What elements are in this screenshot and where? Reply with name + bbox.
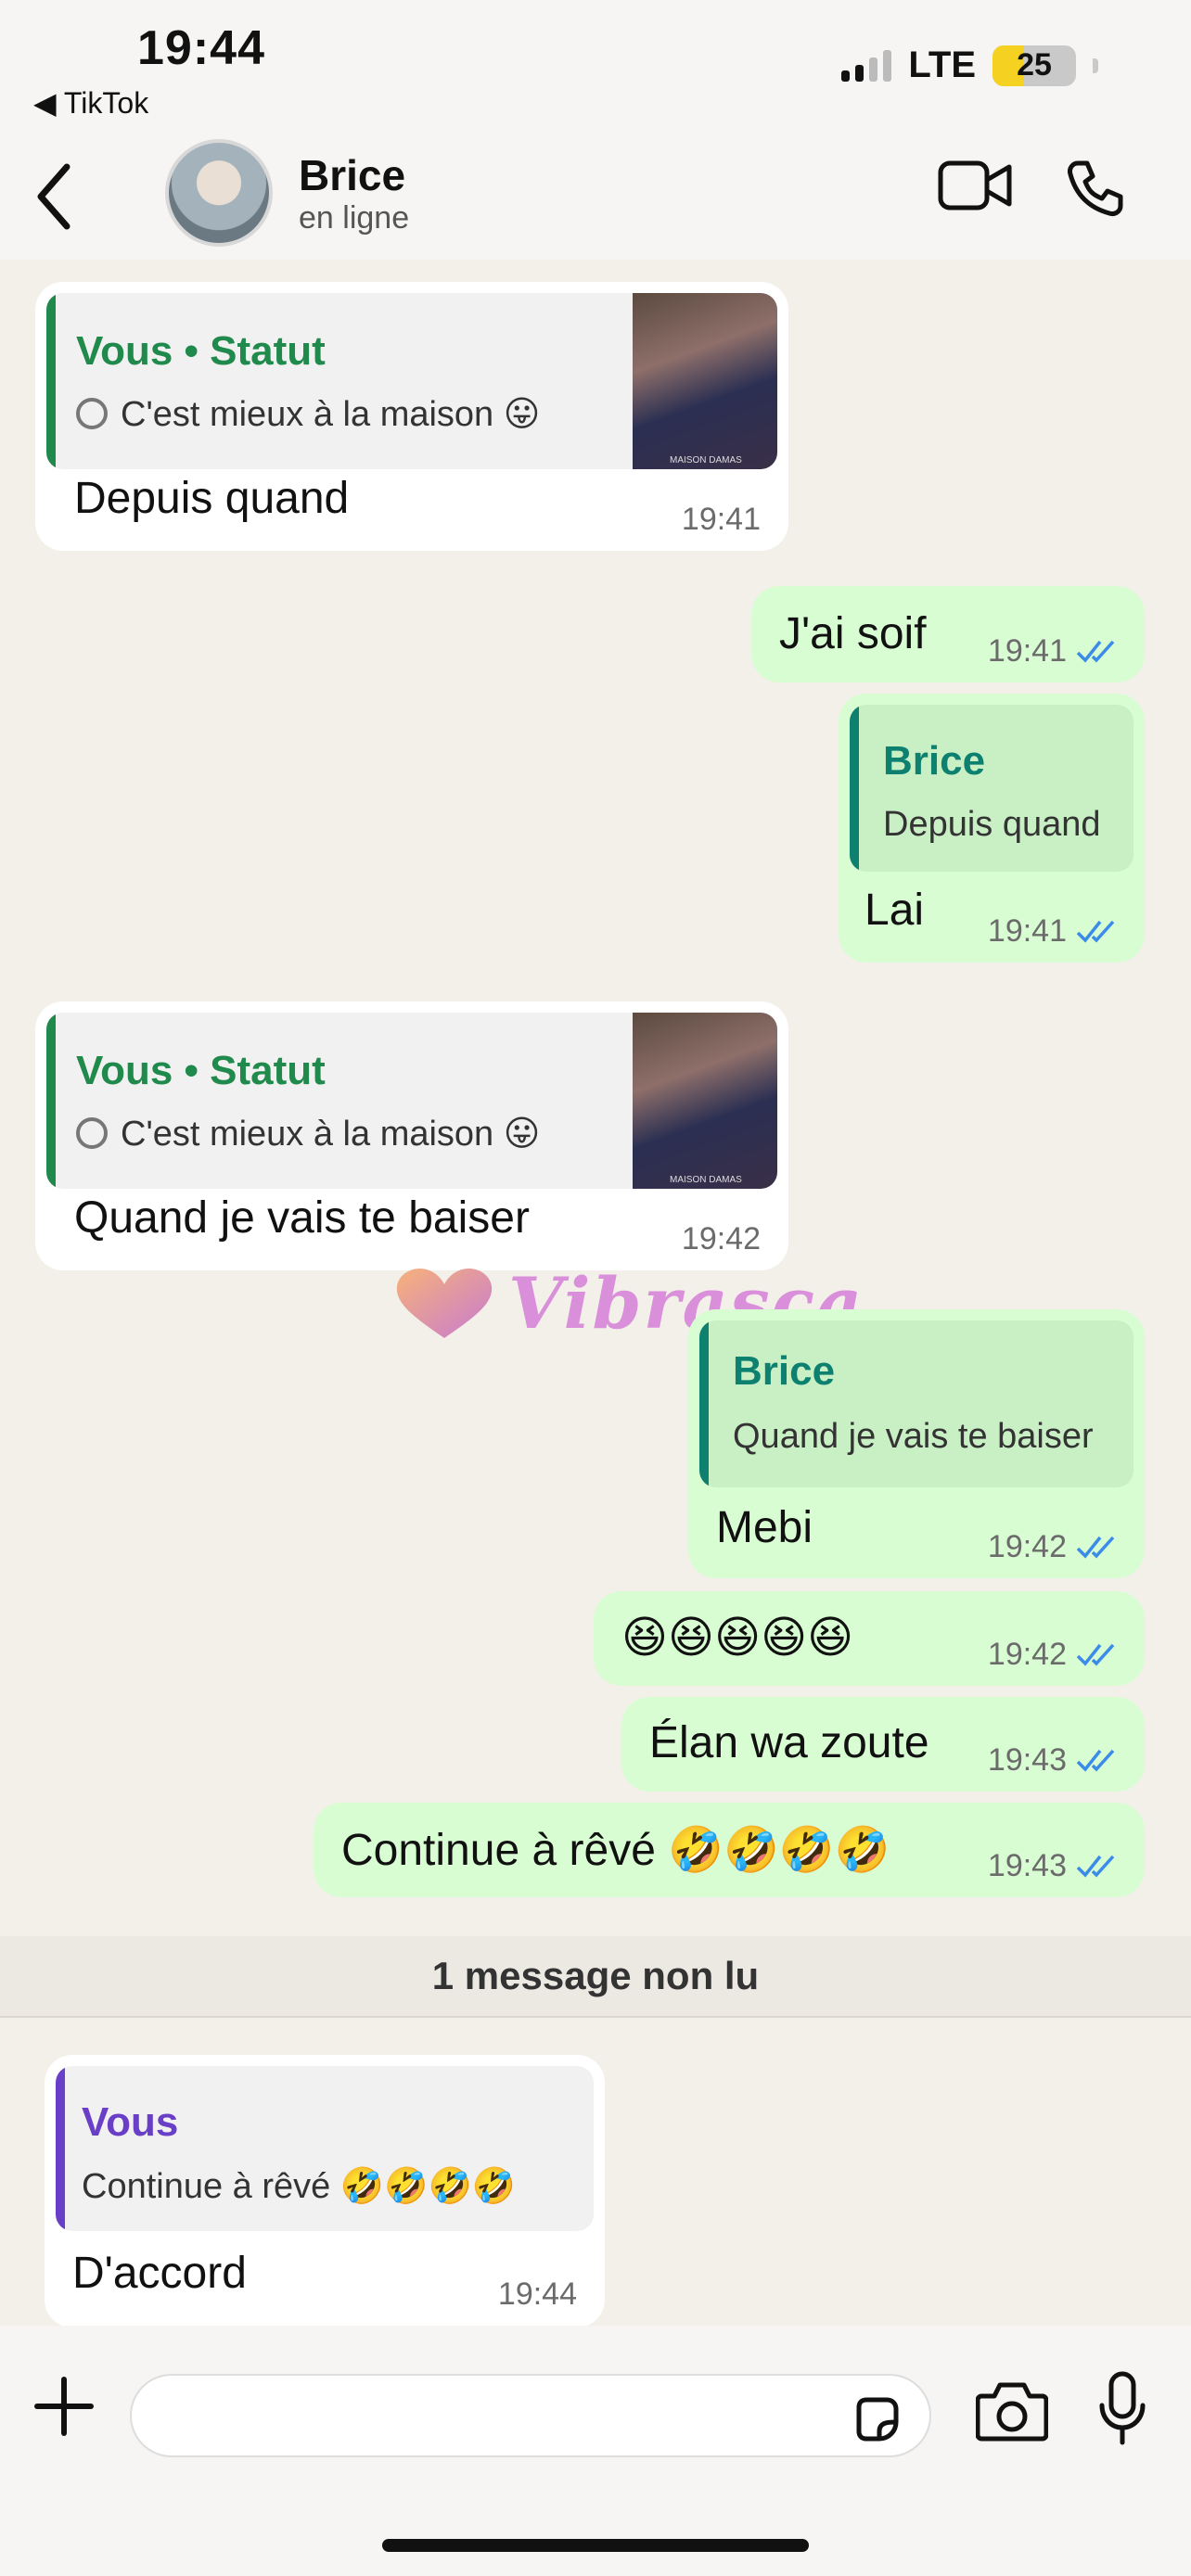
heart-logo-icon <box>396 1268 493 1338</box>
battery-icon: 25 <box>992 45 1076 86</box>
plus-icon[interactable] <box>32 2374 96 2439</box>
message-text: D'accord <box>72 2249 247 2298</box>
message-outgoing[interactable]: Brice Depuis quand Lai 19:41 <box>839 694 1145 963</box>
unread-messages-banner: 1 message non lu <box>0 1936 1191 2018</box>
quote-author: Vous • Statut <box>76 328 326 374</box>
back-to-app-link[interactable]: ◀ TikTok <box>33 85 148 121</box>
double-check-icon <box>1076 920 1115 943</box>
message-incoming[interactable]: Vous • Statut C'est mieux à la maison 😛 … <box>35 282 788 551</box>
status-icon <box>76 1117 108 1149</box>
signal-icon <box>841 49 892 82</box>
contact-status: en ligne <box>299 200 410 236</box>
double-check-icon <box>1076 1643 1115 1666</box>
message-text: Quand je vais te baiser <box>74 1193 530 1243</box>
message-outgoing[interactable]: Brice Quand je vais te baiser Mebi 19:42 <box>688 1309 1145 1578</box>
quote-text: C'est mieux à la maison 😛 <box>121 1115 541 1154</box>
quote-text: C'est mieux à la maison 😛 <box>121 395 541 434</box>
sticker-icon[interactable] <box>852 2394 902 2444</box>
phone-call-icon[interactable] <box>1065 158 1126 219</box>
camera-icon[interactable] <box>976 2378 1048 2442</box>
message-input[interactable] <box>130 2374 931 2457</box>
video-call-icon[interactable] <box>937 158 1013 213</box>
message-text: Mebi <box>716 1503 813 1552</box>
message-text: 😆😆😆😆😆 <box>621 1613 854 1663</box>
quoted-status[interactable]: Vous • Statut C'est mieux à la maison 😛 … <box>46 1013 777 1189</box>
clock: 19:44 <box>137 21 265 75</box>
quote-text: Depuis quand <box>883 805 1101 844</box>
double-check-icon <box>1076 640 1115 663</box>
message-text: Depuis quand <box>74 474 350 523</box>
message-incoming[interactable]: Vous Continue à rêvé 🤣🤣🤣🤣 D'accord 19:44 <box>45 2055 605 2327</box>
message-time: 19:43 <box>988 1742 1122 1779</box>
status-icon <box>76 398 108 429</box>
quote-author: Vous • Statut <box>76 1048 326 1093</box>
message-incoming[interactable]: Vous • Statut C'est mieux à la maison 😛 … <box>35 1001 788 1270</box>
double-check-icon <box>1076 1749 1115 1772</box>
message-text: Élan wa zoute <box>649 1718 929 1767</box>
microphone-icon[interactable] <box>1096 2370 1148 2446</box>
message-outgoing[interactable]: 😆😆😆😆😆 19:42 <box>594 1591 1145 1686</box>
status-thumbnail: MAISON DAMAS <box>633 1013 777 1189</box>
message-time: 19:41 <box>988 633 1122 670</box>
compose-bar <box>0 2326 1191 2576</box>
message-text: Continue à rêvé 🤣🤣🤣🤣 <box>341 1826 890 1875</box>
quoted-message[interactable]: Vous Continue à rêvé 🤣🤣🤣🤣 <box>56 2066 594 2231</box>
quote-author: Vous <box>82 2099 179 2145</box>
chat-header: Brice en ligne <box>0 139 1191 260</box>
message-time: 19:42 <box>988 1529 1122 1565</box>
home-indicator <box>382 2539 809 2552</box>
quoted-message[interactable]: Brice Depuis quand <box>850 705 1133 872</box>
status-thumbnail: MAISON DAMAS <box>633 293 777 469</box>
message-outgoing[interactable]: Continue à rêvé 🤣🤣🤣🤣 19:43 <box>314 1803 1145 1897</box>
message-text: J'ai soif <box>779 609 927 658</box>
quote-text: Continue à rêvé 🤣🤣🤣🤣 <box>82 2167 517 2206</box>
message-time: 19:44 <box>497 2276 577 2312</box>
back-chevron-icon[interactable] <box>32 159 78 234</box>
double-check-icon <box>1076 1536 1115 1559</box>
avatar[interactable] <box>165 139 273 247</box>
message-time: 19:41 <box>988 913 1122 950</box>
quote-author: Brice <box>883 738 986 784</box>
network-label: LTE <box>908 45 976 85</box>
double-check-icon <box>1076 1855 1115 1878</box>
message-outgoing[interactable]: Élan wa zoute 19:43 <box>621 1697 1145 1792</box>
message-time: 19:42 <box>988 1637 1122 1673</box>
status-bar: 19:44 ◀ TikTok LTE 25 <box>0 0 1191 139</box>
message-time: 19:42 <box>681 1221 761 1256</box>
quoted-message[interactable]: Brice Quand je vais te baiser <box>699 1320 1133 1487</box>
message-text: Lai <box>864 886 925 935</box>
quote-author: Brice <box>733 1348 836 1394</box>
battery-level: 25 <box>1017 47 1052 83</box>
contact-name[interactable]: Brice <box>299 150 405 200</box>
message-outgoing[interactable]: J'ai soif 19:41 <box>751 586 1145 682</box>
message-time: 19:41 <box>681 502 761 537</box>
message-time: 19:43 <box>988 1848 1122 1884</box>
quoted-status[interactable]: Vous • Statut C'est mieux à la maison 😛 … <box>46 293 777 469</box>
quote-text: Quand je vais te baiser <box>733 1417 1094 1456</box>
